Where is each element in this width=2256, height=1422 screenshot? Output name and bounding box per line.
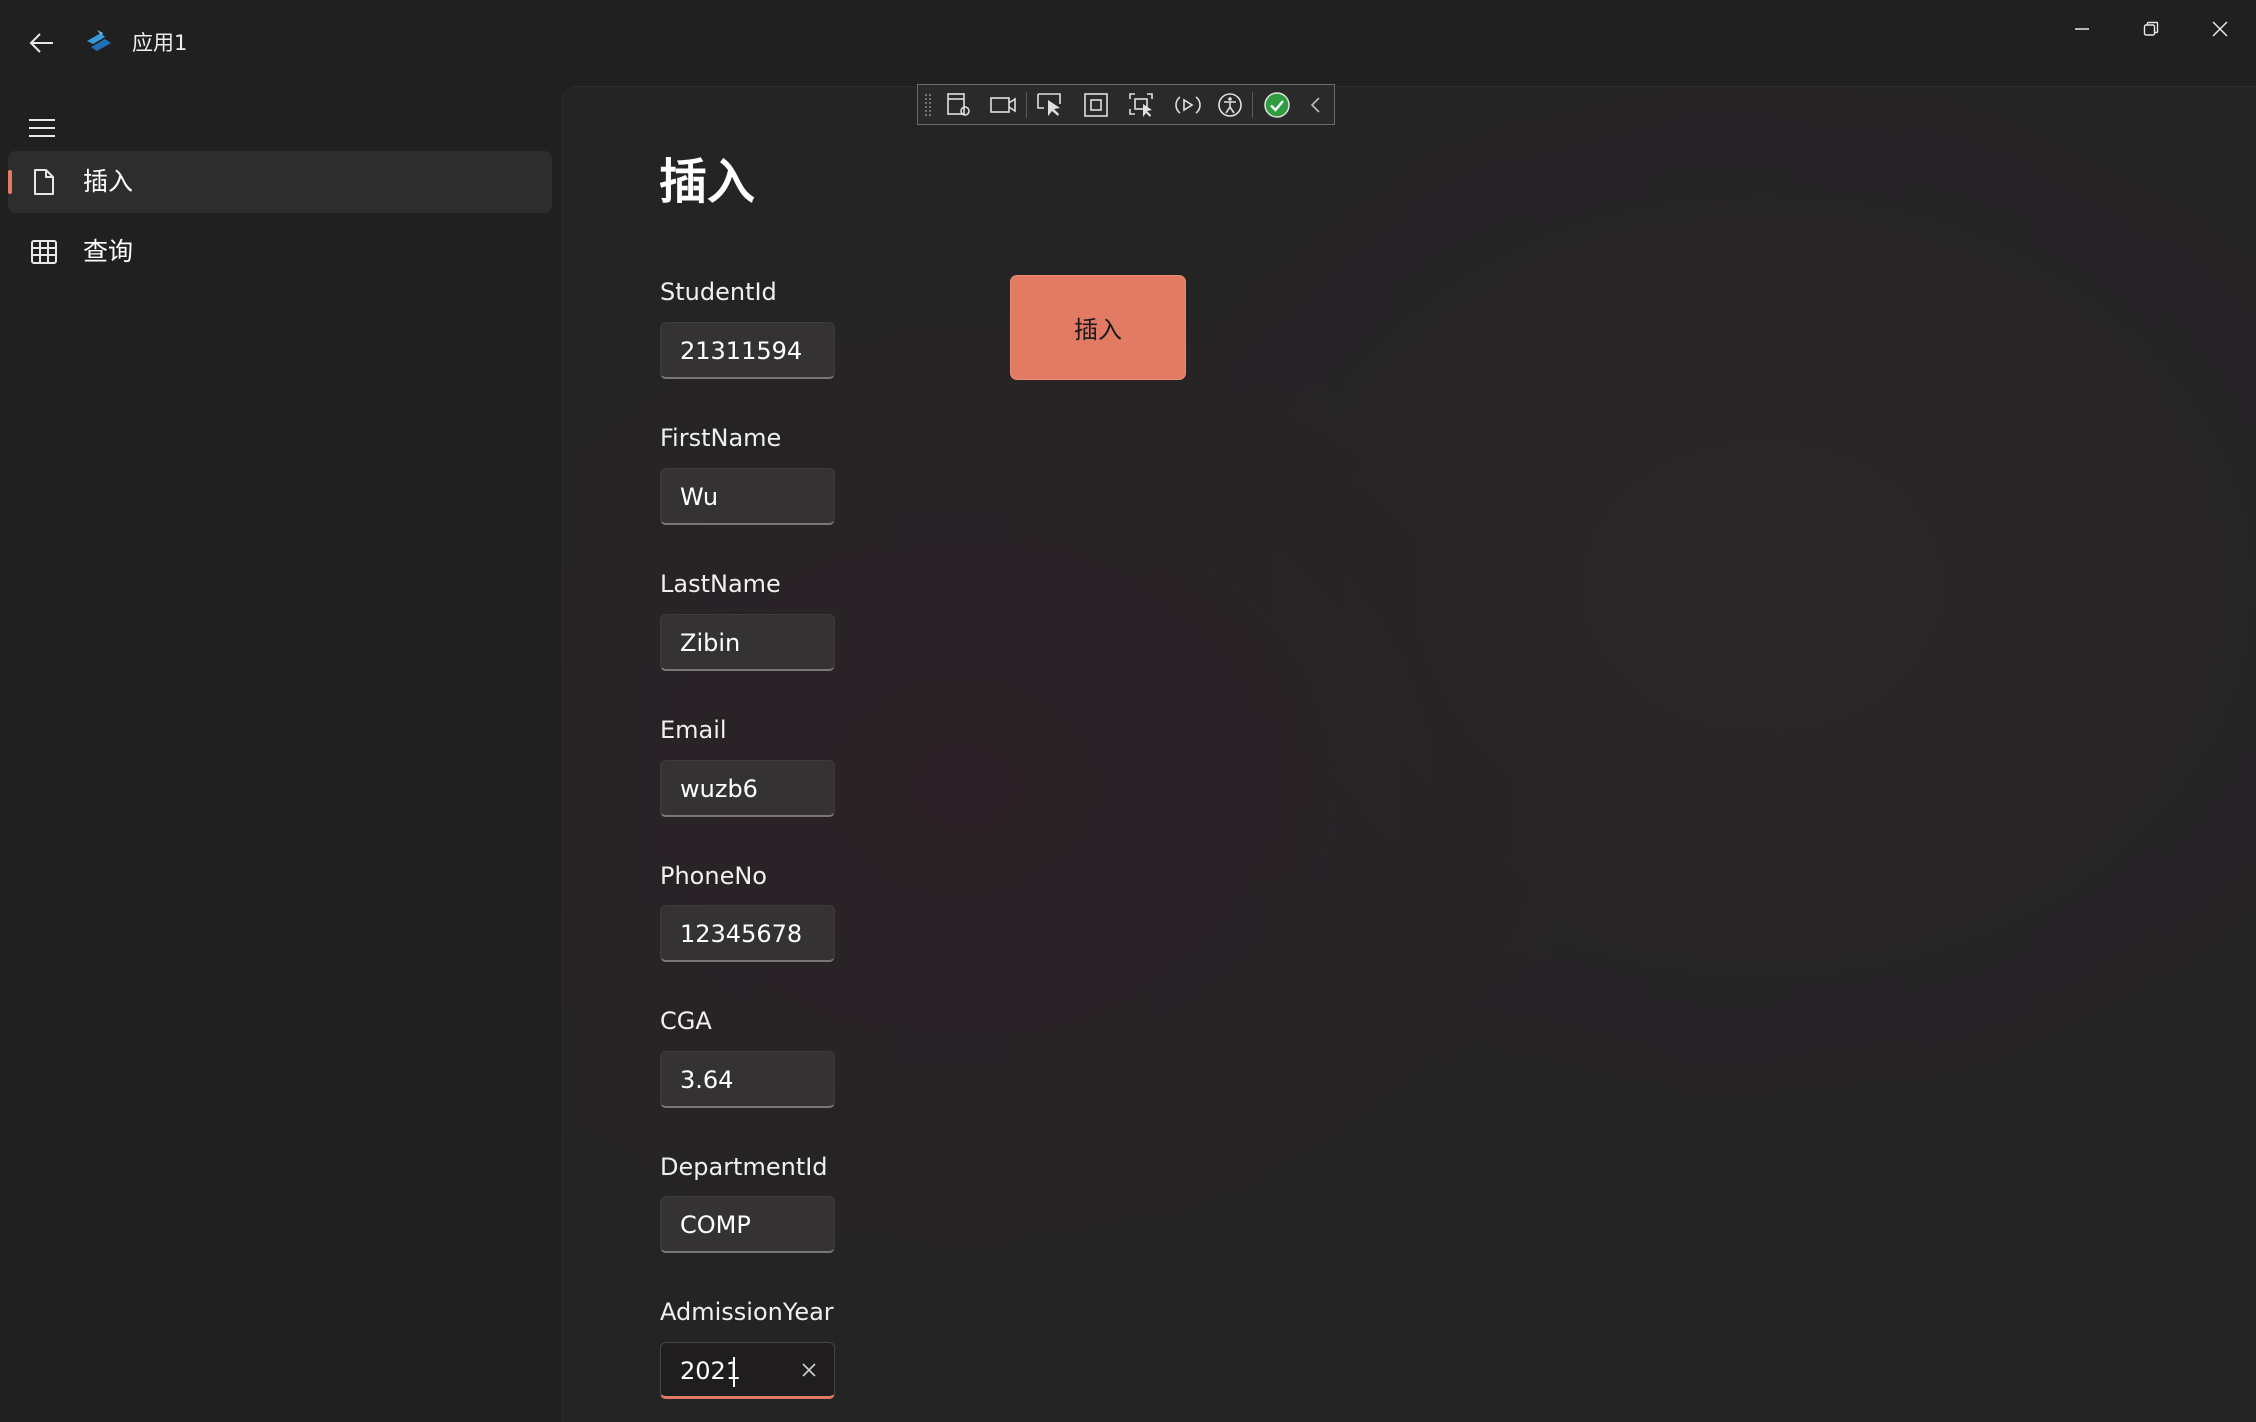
check-circle-icon bbox=[1264, 92, 1290, 118]
chevron-left-icon bbox=[1310, 97, 1320, 113]
admission-year-input[interactable]: 2021 bbox=[660, 1342, 835, 1399]
page-title: 插入 bbox=[659, 154, 756, 210]
hot-reload-button[interactable] bbox=[1172, 90, 1204, 120]
accessibility-icon bbox=[1218, 93, 1242, 117]
debug-toolbar bbox=[917, 84, 1335, 125]
binding-status-button[interactable] bbox=[1261, 90, 1293, 120]
cga-value: 3.64 bbox=[680, 1066, 734, 1094]
hamburger-icon bbox=[29, 119, 55, 137]
phone-no-value: 12345678 bbox=[680, 920, 803, 948]
email-value: wuzb6 bbox=[680, 775, 758, 803]
cga-input[interactable]: 3.64 bbox=[660, 1051, 835, 1108]
text-caret bbox=[733, 1357, 735, 1387]
navigation-pane: 插入 查询 bbox=[0, 86, 560, 1421]
first-name-label: FirstName bbox=[660, 424, 782, 452]
live-visual-tree-button[interactable] bbox=[943, 90, 975, 120]
admission-year-label: AdmissionYear bbox=[660, 1298, 834, 1326]
hot-reload-icon bbox=[1175, 96, 1201, 114]
email-input[interactable]: wuzb6 bbox=[660, 760, 835, 817]
phone-no-label: PhoneNo bbox=[660, 862, 767, 890]
menu-toggle-button[interactable] bbox=[22, 108, 62, 148]
display-layout-adorners-button[interactable] bbox=[1080, 90, 1112, 120]
last-name-input[interactable]: Zibin bbox=[660, 614, 835, 671]
restore-button[interactable] bbox=[2117, 6, 2185, 52]
restore-icon bbox=[2143, 21, 2159, 36]
nav-item-label: 插入 bbox=[83, 167, 134, 196]
record-button[interactable] bbox=[987, 90, 1019, 120]
track-focused-element-button[interactable] bbox=[1126, 90, 1158, 120]
nav-item-insert[interactable]: 插入 bbox=[8, 151, 552, 213]
cga-label: CGA bbox=[660, 1007, 712, 1035]
app-logo-icon bbox=[83, 27, 115, 57]
camera-icon bbox=[990, 97, 1016, 113]
admission-year-value: 2021 bbox=[680, 1357, 742, 1385]
email-label: Email bbox=[660, 716, 727, 744]
toolbar-separator bbox=[1026, 92, 1027, 118]
track-focus-icon bbox=[1129, 93, 1153, 117]
student-id-label: StudentId bbox=[660, 278, 777, 306]
close-icon bbox=[2212, 21, 2228, 37]
accessibility-checker-button[interactable] bbox=[1214, 90, 1246, 120]
nav-item-query[interactable]: 查询 bbox=[8, 221, 552, 283]
back-arrow-icon bbox=[29, 33, 53, 53]
last-name-label: LastName bbox=[660, 570, 781, 598]
clear-icon bbox=[802, 1363, 816, 1377]
department-id-label: DepartmentId bbox=[660, 1153, 828, 1181]
first-name-input[interactable]: Wu bbox=[660, 468, 835, 525]
nav-item-label: 查询 bbox=[83, 237, 134, 266]
last-name-value: Zibin bbox=[680, 629, 741, 657]
student-id-input[interactable]: 21311594 bbox=[660, 322, 835, 379]
minimize-button[interactable] bbox=[2048, 6, 2116, 52]
toolbar-grip[interactable] bbox=[924, 93, 932, 117]
selection-indicator bbox=[8, 170, 12, 194]
visual-tree-icon bbox=[947, 93, 970, 116]
insert-button[interactable]: 插入 bbox=[1010, 275, 1186, 380]
grid-icon bbox=[28, 236, 60, 268]
clear-input-button[interactable] bbox=[790, 1352, 828, 1388]
phone-no-input[interactable]: 12345678 bbox=[660, 905, 835, 962]
select-pointer-icon bbox=[1037, 93, 1061, 116]
layout-adorner-icon bbox=[1084, 93, 1108, 117]
app-title: 应用1 bbox=[132, 31, 188, 55]
close-button[interactable] bbox=[2186, 6, 2254, 52]
select-element-button[interactable] bbox=[1034, 90, 1066, 120]
first-name-value: Wu bbox=[680, 483, 719, 511]
toolbar-separator bbox=[1252, 92, 1253, 118]
student-id-value: 21311594 bbox=[680, 337, 803, 365]
collapse-toolbar-button[interactable] bbox=[1303, 90, 1327, 120]
document-icon bbox=[28, 166, 60, 198]
minimize-icon bbox=[2075, 28, 2089, 30]
title-bar: 应用1 bbox=[0, 0, 2256, 86]
back-button[interactable] bbox=[22, 25, 62, 61]
department-id-input[interactable]: COMP bbox=[660, 1196, 835, 1253]
department-id-value: COMP bbox=[680, 1211, 751, 1239]
